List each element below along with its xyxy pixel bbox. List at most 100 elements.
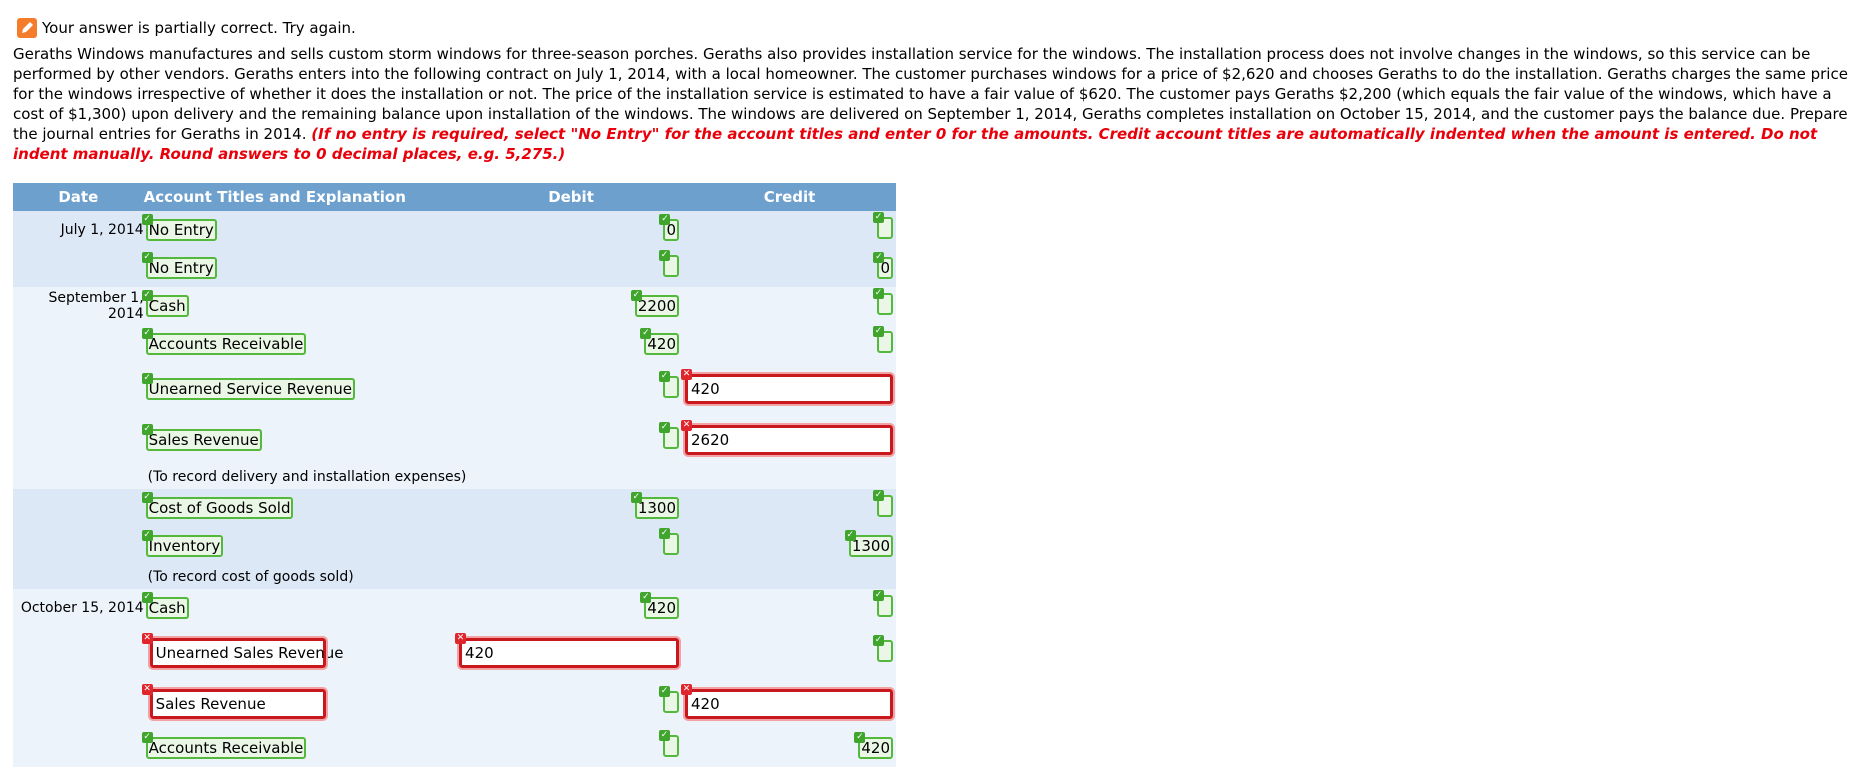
debit-input-wrap: ✓ (659, 421, 680, 453)
account-title-select[interactable]: Cost of Goods Sold (145, 497, 294, 519)
credit-cell: ✓ 0 (683, 249, 896, 287)
debit-cell: ✓ (459, 678, 684, 729)
check-icon: ✓ (640, 592, 652, 603)
account-cell: ✓ Cash (141, 589, 460, 627)
account-select-wrap: ✓ Cash (141, 592, 189, 619)
incorrect-icon: ✕ (681, 419, 692, 431)
entry-row: ✓ No Entry ✓ ✓ 0 (13, 249, 896, 287)
account-select-wrap: ✓ Cost of Goods Sold (141, 492, 294, 519)
debit-input-wrap: ✓ 420 (640, 592, 680, 619)
header-debit: Debit (459, 183, 684, 211)
debit-cell: ✕ 420 (455, 627, 684, 678)
check-icon: ✓ (873, 252, 885, 263)
check-icon: ✓ (141, 492, 153, 503)
credit-input-wrap: ✓ (873, 212, 893, 243)
credit-input-wrap: ✓ 0 (873, 252, 893, 279)
problem-statement: Geraths Windows manufactures and sells c… (13, 44, 1858, 164)
credit-input[interactable]: 420 (683, 686, 895, 721)
credit-cell: ✓ (683, 589, 896, 627)
check-icon: ✓ (873, 634, 884, 646)
check-icon: ✓ (844, 530, 856, 541)
explanation-text: (To record delivery and installation exp… (147, 469, 467, 485)
explanation-row: (To record cost of goods sold) (13, 565, 896, 589)
account-title-select[interactable]: Accounts Receivable (145, 333, 307, 355)
account-cell: ✓ Cost of Goods Sold (141, 489, 460, 527)
check-icon: ✓ (141, 592, 153, 603)
account-title-select[interactable]: Sales Revenue (145, 428, 262, 451)
account-title-select[interactable]: Unearned Sales Revenue (147, 635, 344, 670)
debit-cell: ✓ 0 (459, 211, 684, 249)
entry-row: ✓ Accounts Receivable ✓ ✓ 420 (13, 729, 896, 767)
entry-row: ✓ Cost of Goods Sold ✓ 1300 ✓ (13, 489, 896, 527)
header-credit: Credit (683, 183, 896, 211)
pencil-icon (17, 18, 37, 38)
date-cell: September 1, 2014 (13, 287, 144, 325)
debit-input-wrap: ✓ 0 (659, 214, 680, 241)
check-icon: ✓ (141, 732, 153, 743)
account-title-select[interactable]: Sales Revenue (147, 686, 328, 721)
date-cell (13, 565, 144, 589)
check-icon: ✓ (141, 290, 153, 301)
credit-input-wrap: ✓ 1300 (844, 530, 893, 557)
account-select-wrap: ✓ Inventory (141, 530, 224, 557)
account-cell: ✓ No Entry (141, 249, 460, 287)
answer-status: Your answer is partially correct. Try ag… (17, 18, 356, 38)
header-account: Account Titles and Explanation (143, 183, 460, 211)
credit-cell: ✓ (683, 325, 896, 363)
account-title-select[interactable]: No Entry (145, 257, 217, 279)
account-select-wrap: ✓ No Entry (141, 252, 217, 279)
explanation-row: (To record delivery and installation exp… (13, 465, 896, 489)
account-title-select[interactable]: No Entry (145, 219, 217, 241)
account-select-wrap: ✕ Unearned Sales Revenue (141, 632, 344, 670)
check-icon: ✓ (659, 730, 671, 741)
debit-input-wrap: ✓ 2200 (630, 290, 680, 317)
check-icon: ✓ (141, 328, 153, 339)
account-title-select[interactable]: Accounts Receivable (145, 737, 307, 759)
account-title-select[interactable]: Inventory (145, 535, 224, 557)
date-cell (13, 465, 144, 489)
credit-input[interactable]: 420 (683, 371, 895, 406)
entry-date: October 15, 2014 (20, 600, 144, 616)
debit-input[interactable]: 420 (457, 635, 682, 670)
date-cell (13, 414, 144, 465)
credit-cell: ✓ (683, 627, 896, 678)
debit-cell: ✓ 420 (459, 589, 684, 627)
credit-input[interactable]: 2620 (683, 422, 895, 457)
check-icon: ✓ (659, 685, 671, 697)
check-icon: ✓ (873, 590, 884, 601)
account-title-select[interactable]: Unearned Service Revenue (145, 377, 356, 400)
check-icon: ✓ (873, 326, 884, 337)
entry-row: October 15, 2014 ✓ Cash ✓ 420 ✓ (13, 589, 896, 627)
debit-input-wrap: ✓ (659, 528, 680, 559)
entry-row: ✓ Sales Revenue ✓ ✕ 2620 (13, 414, 896, 465)
date-cell (13, 363, 144, 414)
account-select-wrap: ✓ Accounts Receivable (141, 328, 307, 355)
debit-cell: ✓ (459, 363, 684, 414)
check-icon: ✓ (630, 290, 642, 301)
debit-cell: ✓ (459, 414, 684, 465)
debit-input-wrap: ✓ (659, 250, 680, 281)
entry-date: July 1, 2014 (60, 222, 144, 238)
date-cell: July 1, 2014 (13, 211, 144, 249)
account-cell: ✓ Sales Revenue (141, 414, 460, 465)
check-icon: ✓ (141, 252, 153, 263)
entry-row: September 1, 2014 ✓ Cash ✓ 2200 ✓ (13, 287, 896, 325)
account-cell: ✕ Unearned Sales Revenue (141, 627, 460, 678)
credit-input-wrap: ✓ (873, 288, 893, 319)
check-icon: ✓ (659, 250, 671, 261)
incorrect-icon: ✕ (141, 632, 153, 644)
credit-cell: ✓ 420 (683, 729, 896, 767)
check-icon: ✓ (141, 423, 153, 435)
credit-cell: ✓ (683, 287, 896, 325)
debit-input-wrap: ✓ 420 (640, 328, 680, 355)
date-cell (13, 489, 144, 527)
check-icon: ✓ (141, 530, 153, 541)
account-cell: ✓ Unearned Service Revenue (141, 363, 460, 414)
date-cell (13, 627, 144, 678)
entry-row: ✓ Unearned Service Revenue ✓ ✕ 420 (13, 363, 896, 414)
entry-row: ✓ Inventory ✓ ✓ 1300 (13, 527, 896, 565)
date-cell: October 15, 2014 (13, 589, 144, 627)
debit-input-wrap: ✓ (659, 730, 680, 761)
debit-input-wrap: ✓ 1300 (630, 492, 680, 519)
credit-input-wrap: ✕ 2620 (681, 419, 895, 457)
